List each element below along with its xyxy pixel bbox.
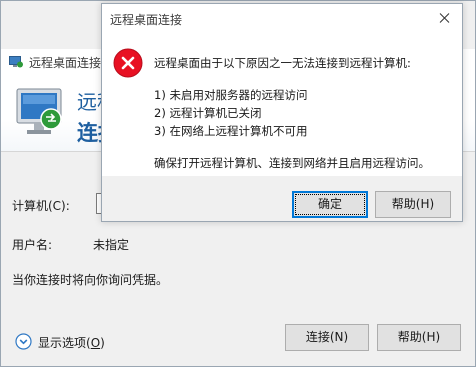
error-dialog: 远程桌面连接 远程桌面由于以下原因之一无法连接到远程计算机: 1) 未启用对服务… (101, 3, 463, 222)
reason-1: 1) 未启用对服务器的远程访问 (154, 88, 308, 102)
reason-3: 3) 在网络上远程计算机不可用 (154, 124, 308, 138)
main-help-button[interactable]: 帮助(H) (377, 324, 461, 351)
username-label: 用户名: (12, 238, 53, 252)
main-window-title: 远程桌面连接 (29, 56, 102, 70)
ok-button[interactable]: 确定 (292, 191, 368, 218)
chevron-down-circle-icon (15, 333, 32, 350)
credentials-note: 当你连接时将向你询问凭据。 (12, 273, 169, 287)
dialog-titlebar: 远程桌面连接 (102, 4, 462, 33)
dialog-help-button[interactable]: 帮助(H) (375, 191, 451, 218)
error-message: 远程桌面由于以下原因之一无法连接到远程计算机: (154, 56, 411, 70)
connect-button[interactable]: 连接(N) (285, 324, 369, 351)
dialog-body: 远程桌面由于以下原因之一无法连接到远程计算机: 1) 未启用对服务器的远程访问 … (102, 33, 462, 176)
username-value: 未指定 (93, 238, 130, 252)
close-icon[interactable] (428, 4, 462, 33)
show-options-label: 显示选项(O) (38, 336, 105, 350)
dialog-title: 远程桌面连接 (110, 13, 183, 27)
remote-desktop-icon (9, 56, 23, 68)
computer-label: 计算机(C): (12, 199, 70, 213)
monitor-icon (16, 88, 62, 134)
error-icon (113, 48, 143, 78)
dialog-footer: 确定 帮助(H) (102, 176, 462, 221)
reason-2: 2) 远程计算机已关闭 (154, 106, 262, 120)
advice-text: 确保打开远程计算机、连接到网络并且启用远程访问。 (154, 156, 430, 170)
